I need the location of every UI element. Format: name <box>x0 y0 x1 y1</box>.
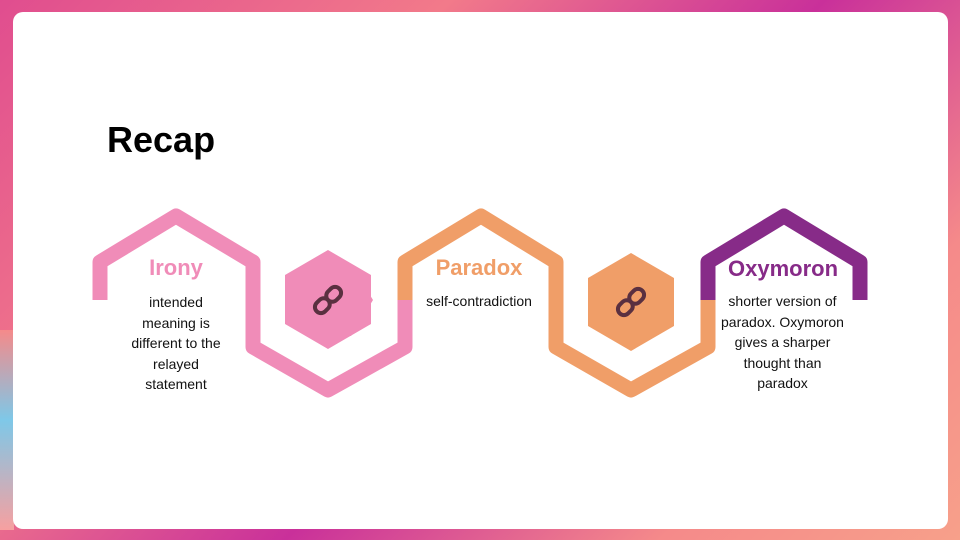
step-title-paradox: Paradox <box>435 255 523 280</box>
step-body-irony: intended meaning is different to the rel… <box>131 294 221 392</box>
slide-card: Recap Irony intended meaning is differen… <box>13 12 948 529</box>
step-title-irony: Irony <box>149 255 203 280</box>
step-title-oxymoron: Oxymoron <box>727 256 839 281</box>
left-accent-bar <box>0 330 14 530</box>
step-body-paradox: self-contradiction <box>426 293 532 309</box>
step-body-oxymoron: shorter version of paradox. Oxymoron giv… <box>721 293 844 391</box>
